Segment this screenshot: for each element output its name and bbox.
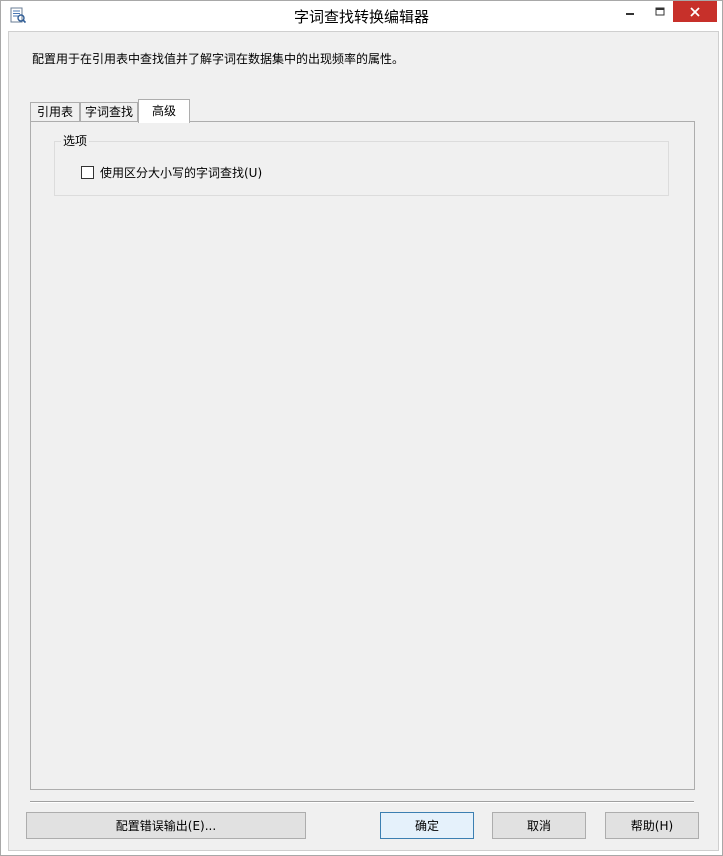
options-group-label: 选项 (61, 132, 90, 149)
options-groupbox: 选项 使用区分大小写的字词查找(U) (54, 132, 669, 196)
tab-advanced[interactable]: 高级 (138, 99, 190, 123)
tab-term-lookup[interactable]: 字词查找 (80, 102, 138, 122)
minimize-button[interactable] (613, 1, 647, 22)
close-button[interactable] (673, 1, 717, 22)
button-separator (30, 801, 694, 803)
advanced-tab-panel: 选项 使用区分大小写的字词查找(U) (30, 121, 695, 790)
title-bar[interactable]: 字词查找转换编辑器 (1, 1, 722, 31)
dialog-window: 字词查找转换编辑器 配置用于在引用表中查找值并了解字词在数据集中的出现频率的属性… (0, 0, 723, 856)
maximize-button[interactable] (645, 1, 675, 22)
case-sensitive-checkbox-row[interactable]: 使用区分大小写的字词查找(U) (81, 164, 262, 181)
close-icon (690, 6, 700, 17)
dialog-client-area: 配置用于在引用表中查找值并了解字词在数据集中的出现频率的属性。 引用表 字词查找… (8, 31, 719, 851)
help-button[interactable]: 帮助(H) (605, 812, 699, 839)
maximize-icon (655, 7, 665, 15)
case-sensitive-checkbox[interactable] (81, 166, 94, 179)
dialog-description: 配置用于在引用表中查找值并了解字词在数据集中的出现频率的属性。 (32, 52, 405, 66)
configure-error-output-button[interactable]: 配置错误输出(E)... (26, 812, 306, 839)
ok-button[interactable]: 确定 (380, 812, 474, 839)
minimize-icon (626, 12, 634, 15)
tab-reference-table[interactable]: 引用表 (30, 102, 80, 122)
cancel-button[interactable]: 取消 (492, 812, 586, 839)
case-sensitive-label[interactable]: 使用区分大小写的字词查找(U) (100, 164, 262, 181)
